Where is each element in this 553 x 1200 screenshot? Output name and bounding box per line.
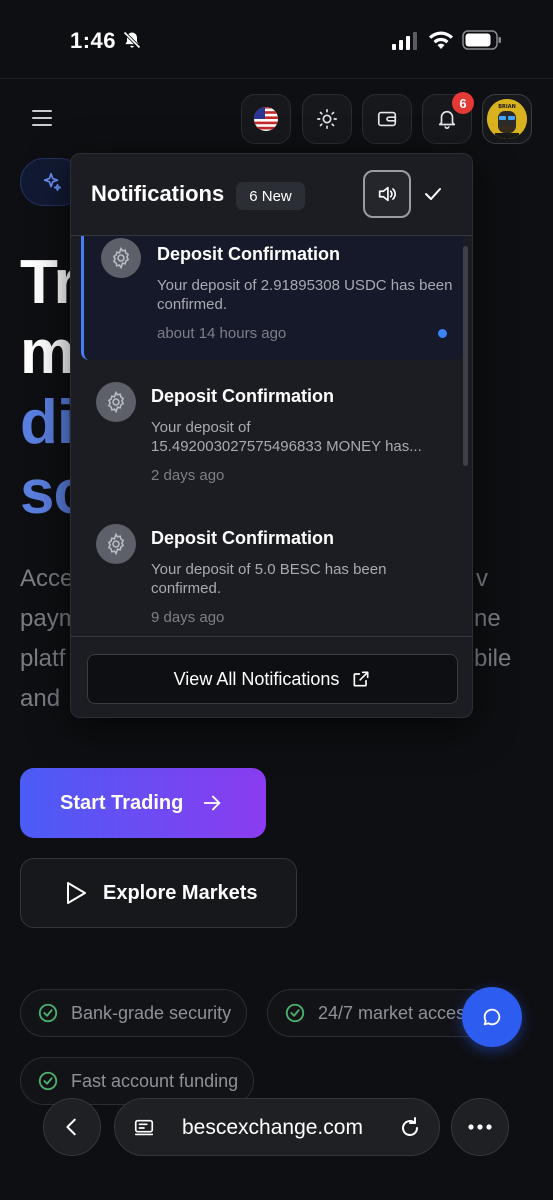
view-all-label: View All Notifications [173,668,340,689]
feature-pill-security: Bank-grade security [20,989,247,1037]
mark-all-read-check-icon[interactable] [421,182,445,206]
gear-icon [112,246,130,270]
notification-title: Deposit Confirmation [157,244,340,264]
notifications-title: Notifications [91,181,225,206]
notification-time: about 14 hours ago [157,325,287,342]
settings-gear-icon [101,238,141,278]
browser-url: bescexchange.com [182,1116,363,1139]
notification-count-badge: 6 [452,92,474,114]
panel-footer-divider [71,636,472,637]
avatar-text: BRIAN [498,104,516,110]
hero-subtitle-4: and [20,685,61,712]
more-dots-icon [468,1124,492,1130]
check-circle-icon [285,1003,305,1023]
chat-button[interactable] [462,987,522,1047]
notification-item[interactable]: Deposit Confirmation Your deposit of 15.… [71,378,461,518]
feature-label: Bank-grade security [71,1002,232,1023]
chat-bubble-icon [483,1008,501,1026]
notification-item-unread[interactable]: Deposit Confirmation Your deposit of 2.9… [81,236,463,360]
header-divider [0,78,553,79]
external-link-icon [353,671,369,687]
new-count-badge: 6 New [236,182,305,210]
notifications-dropdown: Notifications 6 New Deposit Confirmation… [70,153,473,718]
battery-icon [462,30,501,50]
chevron-left-icon [66,1118,76,1136]
explore-markets-button[interactable]: Explore Markets [20,858,297,928]
avatar-image: BRIAN [487,99,527,139]
settings-gear-icon [96,382,136,422]
us-flag-icon [254,107,278,131]
hamburger-menu-icon[interactable] [30,108,54,128]
hero-subtitle-1-right: v [476,565,488,592]
check-circle-icon [38,1003,58,1023]
bell-off-icon [123,31,141,49]
notification-body-line-2: 15.492003027575496833 MONEY has... [151,438,422,455]
hero-heading-line-2: m [20,318,75,387]
hero-subtitle-1: Acce [20,565,74,592]
notification-time: 2 days ago [151,467,225,484]
browser-address-bar[interactable]: bescexchange.com [114,1098,440,1156]
sun-icon [317,109,337,129]
gear-icon [107,390,125,414]
start-trading-label: Start Trading [60,791,184,814]
feature-pill-market-access: 24/7 market access [267,989,493,1037]
gear-icon [107,532,125,556]
explore-markets-label: Explore Markets [103,881,258,904]
notification-body: Your deposit of 5.0 BESC has been confir… [151,561,387,597]
notification-body-line-1: Your deposit of [151,419,251,436]
feature-label: 24/7 market access [318,1002,475,1023]
start-trading-button[interactable]: Start Trading [20,768,266,838]
arrow-right-icon [204,795,221,811]
bell-icon [438,110,456,129]
unread-dot [438,329,447,338]
notification-time: 9 days ago [151,609,225,626]
notification-list[interactable]: Deposit Confirmation Your deposit of 2.9… [71,236,472,636]
notification-title: Deposit Confirmation [151,386,334,406]
hero-subtitle-2-right: ne [474,605,501,632]
feature-label: Fast account funding [71,1070,239,1091]
status-time: 1:46 [70,28,117,53]
check-circle-icon [38,1071,58,1091]
notification-body: Your deposit of 2.91895308 USDC has been… [157,277,453,313]
page-menu-icon[interactable] [133,1117,155,1139]
sparkle-icon [43,172,62,192]
hero-subtitle-3-right: bile [474,645,512,672]
reload-icon[interactable] [398,1116,422,1140]
sound-toggle-button[interactable] [363,170,411,218]
profile-avatar-button[interactable]: BRIAN [482,94,532,144]
wallet-icon [377,111,397,127]
hero-subtitle-3: platf [20,645,66,672]
browser-back-button[interactable] [43,1098,101,1156]
notification-title: Deposit Confirmation [151,528,334,548]
view-all-notifications-button[interactable]: View All Notifications [87,654,458,704]
avatar: BRIAN [487,99,527,139]
hero-heading-line-1: Tr [20,248,78,317]
browser-more-button[interactable] [451,1098,509,1156]
status-bar: 1:46 [0,0,553,80]
speaker-icon [378,186,396,202]
notification-item[interactable]: Deposit Confirmation Your deposit of 5.0… [71,520,461,636]
play-icon [67,882,86,904]
wallet-button[interactable] [362,94,412,144]
language-button[interactable] [241,94,291,144]
wifi-icon [429,31,453,49]
cellular-signal-icon [392,32,417,50]
theme-toggle-button[interactable] [302,94,352,144]
notification-scrollbar[interactable] [463,246,468,466]
settings-gear-icon [96,524,136,564]
hero-heading-line-3: di [20,388,74,457]
